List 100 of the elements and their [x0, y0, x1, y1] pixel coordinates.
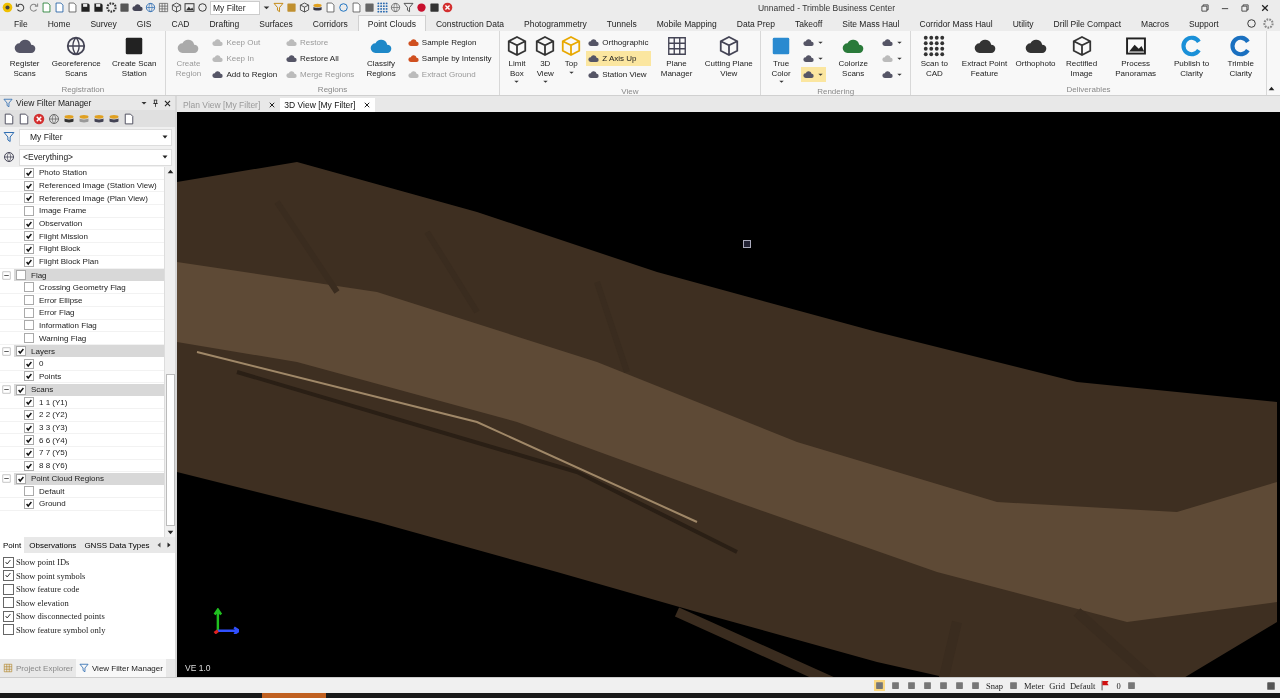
tree-item[interactable]: Default	[0, 485, 164, 499]
status-icon-button[interactable]	[938, 680, 949, 691]
checkbox[interactable]	[24, 422, 34, 433]
option-checkbox[interactable]: Show elevation	[3, 596, 172, 609]
ribbon-button[interactable]: Cutting Plane View	[700, 33, 758, 87]
pin-icon[interactable]	[151, 98, 160, 108]
stack-icon[interactable]	[312, 2, 323, 13]
save-icon[interactable]	[80, 2, 91, 13]
checkbox[interactable]	[24, 282, 34, 293]
tree-item[interactable]: Referenced Image (Station View)	[0, 179, 164, 193]
checkbox[interactable]	[24, 447, 34, 458]
option-checkbox[interactable]: Show point symbols	[3, 569, 172, 582]
undo-icon[interactable]	[15, 2, 26, 13]
ribbon-button[interactable]: True Color	[764, 33, 799, 87]
caret-icon[interactable]	[140, 99, 148, 107]
square-icon[interactable]	[1266, 680, 1276, 691]
maximize-icon[interactable]	[1200, 2, 1210, 13]
menu-tab[interactable]: Photogrammetry	[514, 15, 597, 31]
stack-icon[interactable]	[108, 112, 120, 125]
checkbox[interactable]	[24, 435, 34, 446]
cube-icon[interactable]	[299, 2, 310, 13]
tree-item[interactable]: Points	[0, 370, 164, 384]
ribbon-button[interactable]: Trimble Clarity	[1218, 33, 1263, 85]
ribbon-button[interactable]: 3D View	[532, 33, 559, 87]
status-icon-button[interactable]	[954, 680, 965, 691]
globe-icon[interactable]	[390, 2, 401, 13]
menu-tab[interactable]: Survey	[80, 15, 127, 31]
ribbon-button[interactable]: Classify Regions	[359, 33, 403, 85]
tree-item[interactable]: Error Flag	[0, 306, 164, 320]
status-icon-button[interactable]	[1125, 680, 1137, 691]
close-icon[interactable]	[163, 98, 172, 108]
panel-tab[interactable]: View Filter Manager	[75, 659, 166, 677]
document-icon[interactable]	[18, 112, 30, 125]
tree-item[interactable]: Flight Block	[0, 243, 164, 256]
expander-icon[interactable]	[2, 270, 11, 280]
status-item[interactable]: 0	[1116, 680, 1121, 691]
status-icon-button[interactable]	[922, 680, 933, 691]
tree-item[interactable]: Error Ellipse	[0, 294, 164, 307]
checkbox[interactable]	[24, 295, 34, 306]
logo-icon[interactable]	[2, 2, 13, 13]
menu-tab[interactable]: Site Mass Haul	[832, 15, 910, 31]
filter-icon[interactable]	[403, 2, 414, 13]
menu-tab[interactable]: Tunnels	[596, 15, 647, 31]
tree-item[interactable]: 1 1 (Y1)	[0, 396, 164, 409]
option-checkbox[interactable]: Show feature code	[3, 583, 172, 595]
document-tab[interactable]: 3D View [My Filter]	[280, 98, 376, 112]
status-item[interactable]: Grid	[1049, 680, 1065, 691]
checkbox[interactable]	[24, 486, 34, 497]
maximize-icon[interactable]	[1240, 2, 1250, 13]
ribbon-button[interactable]: Z Axis Up	[586, 51, 651, 66]
checkbox[interactable]	[3, 624, 14, 635]
dot-grid-icon[interactable]	[377, 2, 388, 13]
tree-group-header[interactable]: Flag	[14, 269, 164, 281]
tree-item[interactable]: 0	[0, 357, 164, 371]
checkbox[interactable]	[24, 307, 34, 318]
menu-tab[interactable]: Support	[1178, 15, 1229, 31]
tree-item[interactable]: Photo Station	[0, 167, 164, 180]
stack-icon[interactable]	[93, 112, 105, 125]
menu-tab[interactable]: Data Prep	[726, 15, 786, 31]
checkbox[interactable]	[24, 333, 34, 344]
checkbox[interactable]	[24, 409, 34, 420]
tree-item[interactable]: Observation	[0, 217, 164, 231]
tree-group-header[interactable]: Layers	[14, 345, 164, 358]
menu-tab[interactable]: CAD	[161, 15, 200, 31]
menu-tab[interactable]: Takeoff	[785, 15, 833, 31]
ribbon-button[interactable]: Register Scans	[3, 33, 47, 85]
checkbox[interactable]	[3, 597, 14, 608]
checkbox[interactable]	[24, 243, 34, 254]
option-checkbox[interactable]: Show feature symbol only	[3, 623, 172, 636]
save-icon[interactable]	[93, 2, 104, 13]
checkbox[interactable]	[24, 231, 34, 242]
tree-item[interactable]: Flight Block Plan	[0, 255, 164, 269]
checkbox[interactable]	[3, 583, 14, 595]
stack-icon[interactable]	[63, 112, 75, 125]
circle-icon[interactable]	[338, 2, 349, 13]
checkbox[interactable]	[16, 473, 26, 484]
ribbon-button[interactable]: Limit Box	[502, 33, 532, 87]
menu-tab[interactable]: Corridor Mass Haul	[909, 15, 1003, 31]
tree-item[interactable]: Crossing Geometry Flag	[0, 281, 164, 295]
checkbox[interactable]	[24, 218, 34, 229]
filter-dropdown[interactable]: My Filter	[210, 0, 260, 15]
options-tab[interactable]: GNSS Data Types	[81, 537, 153, 553]
tree-item[interactable]: Ground	[0, 498, 164, 511]
checkbox[interactable]	[3, 556, 14, 568]
status-icon-button[interactable]	[890, 680, 901, 691]
status-item[interactable]: Meter	[1024, 680, 1045, 691]
checkbox[interactable]	[24, 498, 34, 509]
menu-tab[interactable]: Utility	[1002, 15, 1044, 31]
tree-group-header[interactable]: Scans	[14, 383, 164, 396]
ribbon-button[interactable]: Publish to Clarity	[1165, 33, 1218, 85]
cloud-icon[interactable]	[132, 2, 143, 13]
checkbox[interactable]	[3, 570, 14, 581]
up-arrow-icon[interactable]	[1267, 84, 1276, 93]
scope-dropdown[interactable]: <Everything>	[19, 148, 172, 166]
menu-tab[interactable]: Surfaces	[249, 15, 303, 31]
expander-icon[interactable]	[2, 346, 11, 356]
option-checkbox[interactable]: Show disconnected points	[3, 610, 172, 622]
close-icon[interactable]	[363, 101, 372, 109]
menu-tab[interactable]: Mobile Mapping	[646, 15, 727, 31]
menu-tab[interactable]: Point Clouds	[357, 15, 426, 31]
